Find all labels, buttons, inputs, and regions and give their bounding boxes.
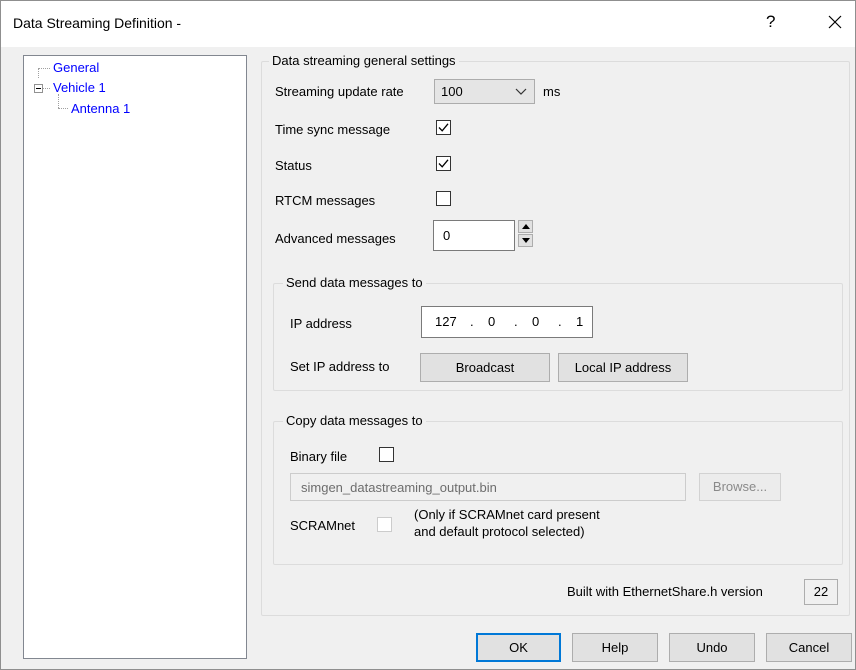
local-ip-button[interactable]: Local IP address xyxy=(558,353,688,382)
tree-line xyxy=(58,108,68,109)
tree-line xyxy=(58,94,59,108)
chevron-down-icon xyxy=(515,85,527,97)
spin-down-button[interactable] xyxy=(518,234,533,247)
browse-button: Browse... xyxy=(699,473,781,501)
broadcast-button[interactable]: Broadcast xyxy=(420,353,550,382)
spin-up-button[interactable] xyxy=(518,220,533,233)
update-rate-select[interactable]: 100 xyxy=(434,79,535,104)
advanced-messages-label: Advanced messages xyxy=(275,231,396,246)
scramnet-note-line-1: (Only if SCRAMnet card present xyxy=(414,507,600,522)
tree-line xyxy=(38,68,50,69)
scramnet-label: SCRAMnet xyxy=(290,518,356,533)
tree-item-general[interactable]: General xyxy=(53,60,99,75)
ip-address-label: IP address xyxy=(290,316,352,331)
binary-file-path-input: simgen_datastreaming_output.bin xyxy=(290,473,686,501)
ip-octet-3: 0 xyxy=(532,314,540,329)
tree-line xyxy=(43,88,50,89)
help-title-button[interactable]: ? xyxy=(766,12,775,32)
tree-line xyxy=(38,68,39,78)
rtcm-checkbox[interactable] xyxy=(436,191,451,206)
binary-file-label: Binary file xyxy=(290,449,348,464)
tree-item-antenna-1[interactable]: Antenna 1 xyxy=(71,101,130,116)
update-rate-label: Streaming update rate xyxy=(275,84,404,99)
ip-address-input[interactable]: 127 . 0 . 0 . 1 xyxy=(421,306,593,338)
built-with-label: Built with EthernetShare.h version xyxy=(567,584,763,599)
tree-item-vehicle-1[interactable]: Vehicle 1 xyxy=(53,80,106,95)
close-icon[interactable] xyxy=(823,10,847,34)
tree-view[interactable]: General Vehicle 1 Antenna 1 xyxy=(23,55,247,659)
status-checkbox[interactable] xyxy=(436,156,451,171)
ip-octet-4: 1 xyxy=(576,314,584,329)
status-label: Status xyxy=(275,158,312,173)
time-sync-checkbox[interactable] xyxy=(436,120,451,135)
version-value: 22 xyxy=(804,579,838,605)
send-data-legend: Send data messages to xyxy=(283,275,426,290)
dialog-window: Data Streaming Definition - ? General Ve… xyxy=(0,0,856,670)
copy-data-legend: Copy data messages to xyxy=(283,413,426,428)
general-settings-legend: Data streaming general settings xyxy=(269,53,459,68)
binary-file-path: simgen_datastreaming_output.bin xyxy=(301,480,497,495)
set-ip-label: Set IP address to xyxy=(290,359,390,374)
title-bar[interactable]: Data Streaming Definition - ? xyxy=(1,1,855,47)
rtcm-label: RTCM messages xyxy=(275,193,376,208)
help-button[interactable]: Help xyxy=(572,633,658,662)
scramnet-note-line-2: and default protocol selected) xyxy=(414,524,585,539)
binary-file-checkbox[interactable] xyxy=(379,447,394,462)
ip-octet-1: 127 xyxy=(435,314,457,329)
window-title: Data Streaming Definition - xyxy=(13,15,182,31)
undo-button[interactable]: Undo xyxy=(669,633,755,662)
advanced-messages-input[interactable]: 0 xyxy=(433,220,515,251)
cancel-button[interactable]: Cancel xyxy=(766,633,852,662)
ok-button[interactable]: OK xyxy=(476,633,561,662)
update-rate-unit: ms xyxy=(543,84,561,99)
time-sync-label: Time sync message xyxy=(275,122,391,137)
scramnet-checkbox xyxy=(377,517,392,532)
advanced-messages-value: 0 xyxy=(443,228,451,243)
collapse-icon[interactable] xyxy=(34,84,43,93)
update-rate-value: 100 xyxy=(441,84,463,99)
ip-octet-2: 0 xyxy=(488,314,496,329)
